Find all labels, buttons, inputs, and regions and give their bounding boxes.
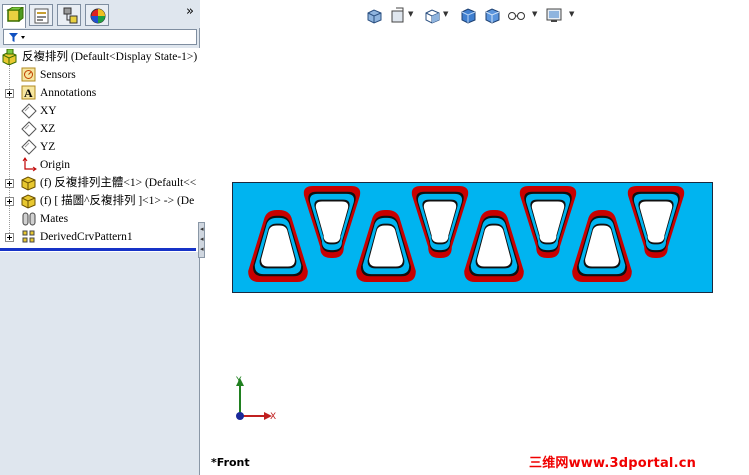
tree-root[interactable]: 反複排列 (Default<Display State-1>) xyxy=(0,48,200,66)
tree-item-label: Origin xyxy=(40,159,71,171)
tree-item-plane-xy[interactable]: XY xyxy=(0,102,200,120)
pattern-icon xyxy=(22,230,35,243)
part-geometry[interactable] xyxy=(232,182,714,294)
triad-origin xyxy=(236,412,244,420)
tree-item-mates[interactable]: Mates xyxy=(0,210,200,228)
tree-root-label: 反複排列 (Default<Display State-1>) xyxy=(22,51,198,63)
dropdown-arrow-icon[interactable]: ▼ xyxy=(532,10,537,18)
configurationmanager-tab[interactable] xyxy=(57,4,81,26)
tree-item-derived-pattern[interactable]: DerivedCrvPattern1 xyxy=(0,228,200,246)
feature-tree: 反複排列 (Default<Display State-1>) Sensors … xyxy=(0,48,200,252)
plane-icon xyxy=(21,103,37,119)
plane-icon xyxy=(21,139,37,155)
zoom-to-fit-icon[interactable] xyxy=(365,6,383,24)
panel-splitter[interactable]: ◂ ◂ ◂ xyxy=(198,222,205,258)
view-orientation-icon[interactable] xyxy=(423,6,441,24)
svg-text:A: A xyxy=(24,86,33,100)
tree-item-plane-xz[interactable]: XZ xyxy=(0,120,200,138)
watermark: 三维网www.3dportal.cn xyxy=(529,456,697,471)
tree-item-component-1[interactable]: (f) 反複排列主體<1> (Default<< xyxy=(0,174,200,192)
expand-toggle[interactable] xyxy=(5,233,14,242)
tree-item-label: YZ xyxy=(40,141,56,153)
tree-item-plane-yz[interactable]: YZ xyxy=(0,138,200,156)
assembly-icon xyxy=(2,49,17,65)
view-name-label: *Front xyxy=(211,456,250,469)
hide-show-items-icon[interactable] xyxy=(483,6,501,24)
tree-item-label: Annotations xyxy=(40,87,97,99)
tree-item-label: Sensors xyxy=(40,69,76,81)
property-icon xyxy=(34,8,49,24)
heads-up-view-toolbar: ▼ ▼ ▼ ▼ xyxy=(363,4,583,24)
expand-toggle[interactable] xyxy=(5,179,14,188)
tree-item-label: DerivedCrvPattern1 xyxy=(40,231,133,243)
tree-item-label: Mates xyxy=(40,213,69,225)
expand-toggle[interactable] xyxy=(5,89,14,98)
dropdown-arrow-icon[interactable]: ▼ xyxy=(443,10,448,18)
sensor-icon xyxy=(21,67,36,82)
expand-toggle[interactable] xyxy=(5,197,14,206)
tree-item-label: XZ xyxy=(40,123,56,135)
triad-x-label: X xyxy=(270,412,276,422)
triad-y-label: Y xyxy=(235,376,242,386)
dropdown-arrow-icon[interactable]: ▼ xyxy=(408,10,413,18)
expand-tabs-button[interactable]: » xyxy=(186,4,194,19)
configuration-icon xyxy=(63,7,78,24)
tree-item-component-2[interactable]: (f) [ 描圖^反複排列 ]<1> -> (De xyxy=(0,192,200,210)
rollback-bar[interactable] xyxy=(0,248,196,251)
tree-item-label: (f) [ 描圖^反複排列 ]<1> -> (De xyxy=(40,195,195,207)
appearance-icon xyxy=(90,8,106,24)
part-icon xyxy=(21,176,36,191)
propertymanager-tab[interactable] xyxy=(29,4,53,26)
panel-tabs: » xyxy=(0,0,200,28)
tree-item-label: (f) 反複排列主體<1> (Default<< xyxy=(40,177,197,189)
display-style-icon[interactable] xyxy=(459,6,477,24)
origin-icon xyxy=(22,157,37,172)
feature-tree-icon xyxy=(6,7,24,22)
tree-item-label: XY xyxy=(40,105,57,117)
filter-icon xyxy=(9,33,25,42)
dropdown-arrow-icon[interactable]: ▼ xyxy=(569,10,574,18)
feature-manager-panel: » 反複排列 (Default<Display State-1>) Sensor… xyxy=(0,0,200,475)
tree-item-sensors[interactable]: Sensors xyxy=(0,66,200,84)
reference-triad: Y X xyxy=(235,376,276,422)
view-setting-icon[interactable] xyxy=(545,6,563,24)
annotation-icon: A xyxy=(21,85,36,100)
tree-item-annotations[interactable]: A Annotations xyxy=(0,84,200,102)
tree-filter[interactable] xyxy=(3,29,197,45)
mates-icon xyxy=(22,212,36,226)
plane-icon xyxy=(21,121,37,137)
tree-item-origin[interactable]: Origin xyxy=(0,156,200,174)
zoom-to-area-icon[interactable] xyxy=(389,6,407,24)
part-icon xyxy=(21,194,36,209)
display-manager-tab[interactable] xyxy=(85,4,109,26)
featuremanager-tab[interactable] xyxy=(2,4,26,28)
glasses-icon[interactable] xyxy=(507,6,527,24)
